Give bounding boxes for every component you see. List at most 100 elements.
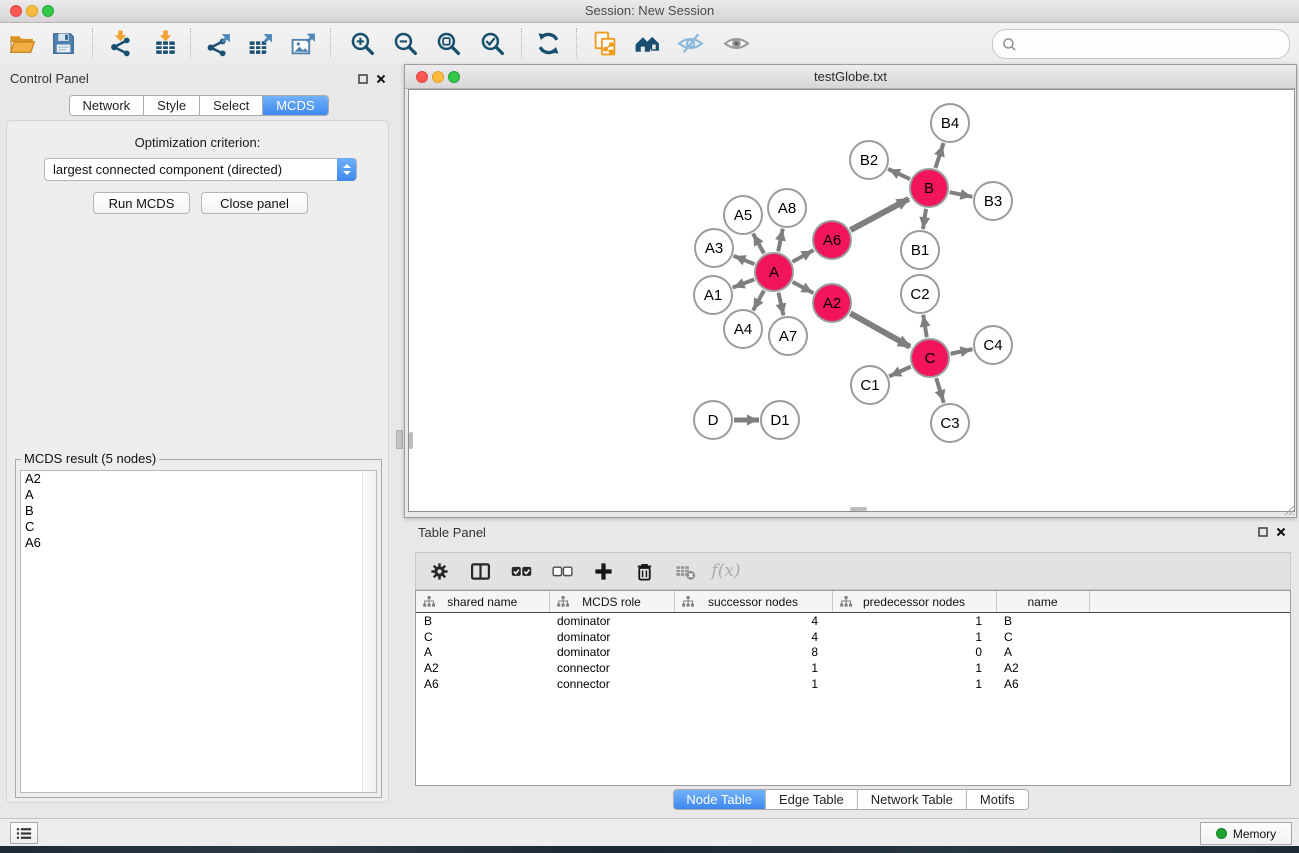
zoom-out-button[interactable] [385,24,425,62]
tab-mcds[interactable]: MCDS [263,96,327,115]
graph-node-A1[interactable]: A1 [693,275,733,315]
table-panel-close-button[interactable] [1275,526,1287,538]
column-header-name[interactable]: name [996,591,1089,613]
table-row[interactable]: Bdominator41B [416,613,1290,629]
table-panel-float-button[interactable] [1257,526,1269,538]
tab-motifs[interactable]: Motifs [967,790,1028,809]
function-builder-button[interactable]: f(x) [713,558,739,584]
graph-node-A5[interactable]: A5 [723,195,763,235]
search-input[interactable] [1022,36,1279,53]
graph-node-B3[interactable]: B3 [973,181,1013,221]
select-all-button[interactable] [508,558,534,584]
zoom-in-button[interactable] [342,24,382,62]
graph-node-A3[interactable]: A3 [694,228,734,268]
table-cell[interactable]: A [996,644,1089,660]
table-cell[interactable]: A2 [416,660,549,676]
import-network-button[interactable] [100,24,140,62]
column-header-predecessor-nodes[interactable]: predecessor nodes [832,591,996,613]
tab-network[interactable]: Network [69,96,144,115]
table-cell[interactable]: 8 [674,644,832,660]
table-row[interactable]: Adominator80A [416,644,1290,660]
table-cell[interactable]: 1 [832,676,996,692]
graph-node-A4[interactable]: A4 [723,309,763,349]
refresh-view-button[interactable] [528,24,568,62]
mcds-result-item[interactable]: A2 [21,471,376,487]
destroy-table-button[interactable] [672,558,698,584]
table-cell[interactable]: 1 [674,660,832,676]
table-cell[interactable]: C [996,629,1089,645]
table-cell[interactable]: 4 [674,613,832,629]
graph-node-A6[interactable]: A6 [812,220,852,260]
table-cell[interactable]: connector [549,660,674,676]
table-cell[interactable]: dominator [549,644,674,660]
tab-node-table[interactable]: Node Table [673,790,766,809]
resize-grip-icon[interactable] [1283,504,1295,516]
column-header-MCDS-role[interactable]: MCDS role [549,591,674,613]
network-canvas[interactable]: B4B2BB3A8A5A6A3B1AC2A1A2A4A7C4CC1DC3D1 [408,89,1295,512]
tab-network-table[interactable]: Network Table [858,790,967,809]
delete-row-button[interactable] [631,558,657,584]
duplicate-network-button[interactable] [585,24,625,62]
graph-node-B2[interactable]: B2 [849,140,889,180]
search-field[interactable] [992,29,1290,59]
graph-edge-A6-B[interactable] [851,199,909,230]
criterion-dropdown[interactable]: largest connected component (directed) [44,158,357,181]
graph-node-B1[interactable]: B1 [900,230,940,270]
graph-node-B[interactable]: B [909,168,949,208]
tab-style[interactable]: Style [144,96,200,115]
table-cell[interactable]: dominator [549,613,674,629]
export-image-button[interactable] [283,24,323,62]
mcds-result-list[interactable]: A2ABCA6 [20,470,377,793]
mcds-result-item[interactable]: A6 [21,535,376,551]
add-row-button[interactable] [590,558,616,584]
export-network-button[interactable] [198,24,238,62]
table-cell[interactable]: A6 [416,676,549,692]
table-cell[interactable]: A2 [996,660,1089,676]
control-panel-close-button[interactable] [375,73,387,85]
scrollbar-track[interactable] [362,471,376,792]
table-cell[interactable]: 1 [832,613,996,629]
graph-node-D[interactable]: D [693,400,733,440]
table-row[interactable]: A2connector11A2 [416,660,1290,676]
table-cell[interactable]: C [416,629,549,645]
table-cell[interactable]: 1 [832,660,996,676]
table-cell[interactable]: A6 [996,676,1089,692]
deselect-all-button[interactable] [549,558,575,584]
show-all-button[interactable] [716,24,756,62]
column-header-successor-nodes[interactable]: successor nodes [674,591,832,613]
export-table-button[interactable] [240,24,280,62]
graph-node-C2[interactable]: C2 [900,274,940,314]
close-panel-button[interactable]: Close panel [201,192,308,214]
vertical-scroll-thumb[interactable] [409,432,413,449]
first-neighbors-button[interactable] [627,24,667,62]
graph-node-A[interactable]: A [754,252,794,292]
mcds-result-item[interactable]: A [21,487,376,503]
hide-selected-button[interactable] [670,24,710,62]
graph-node-D1[interactable]: D1 [760,400,800,440]
graph-node-C4[interactable]: C4 [973,325,1013,365]
graph-node-A2[interactable]: A2 [812,283,852,323]
run-mcds-button[interactable]: Run MCDS [93,192,190,214]
graph-edge-A2-C[interactable] [850,313,910,346]
mcds-result-item[interactable]: B [21,503,376,519]
table-cell[interactable]: A [416,644,549,660]
column-layout-button[interactable] [467,558,493,584]
zoom-selected-button[interactable] [472,24,512,62]
node-table[interactable]: shared nameMCDS rolesuccessor nodesprede… [416,591,1290,691]
splitter-handle[interactable] [396,430,403,449]
table-row[interactable]: A6connector11A6 [416,676,1290,692]
column-header-shared-name[interactable]: shared name [416,591,549,613]
tab-edge-table[interactable]: Edge Table [766,790,858,809]
table-cell[interactable]: 1 [832,629,996,645]
table-cell[interactable]: connector [549,676,674,692]
zoom-fit-button[interactable] [428,24,468,62]
graph-node-C[interactable]: C [910,338,950,378]
table-cell[interactable]: B [996,613,1089,629]
horizontal-scroll-thumb[interactable] [850,507,867,511]
open-file-button[interactable] [2,24,42,62]
graph-node-A8[interactable]: A8 [767,188,807,228]
table-row[interactable]: Cdominator41C [416,629,1290,645]
table-cell[interactable]: B [416,613,549,629]
control-panel-float-button[interactable] [357,73,369,85]
save-session-button[interactable] [43,24,83,62]
